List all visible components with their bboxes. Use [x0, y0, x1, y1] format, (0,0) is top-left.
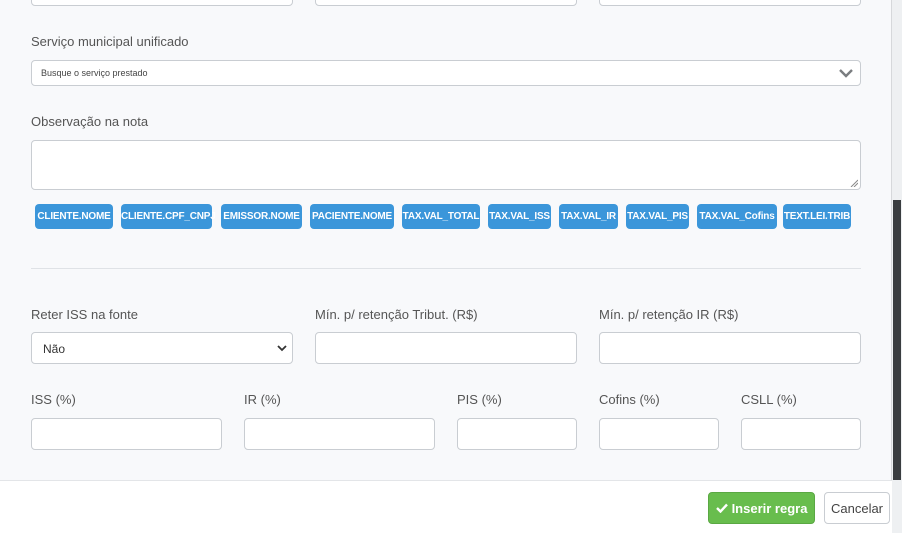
top-input-3[interactable] — [599, 0, 861, 6]
pis-input[interactable] — [457, 418, 577, 450]
min-tribut-label: Mín. p/ retenção Tribut. (R$) — [315, 307, 478, 322]
service-placeholder: Busque o serviço prestado — [41, 68, 148, 78]
cofins-label: Cofins (%) — [599, 392, 660, 407]
top-input-1[interactable] — [31, 0, 293, 6]
section-divider — [31, 268, 861, 269]
tag-tax-val-pis[interactable]: TAX.VAL_PIS — [626, 204, 689, 229]
tag-tax-val-total[interactable]: TAX.VAL_TOTAL — [402, 204, 480, 229]
ir-label: IR (%) — [244, 392, 281, 407]
tag-emissor-nome[interactable]: EMISSOR.NOME — [221, 204, 302, 229]
tag-paciente-nome[interactable]: PACIENTE.NOME — [310, 204, 394, 229]
iss-label: ISS (%) — [31, 392, 76, 407]
check-icon — [715, 503, 728, 513]
cancel-label: Cancelar — [830, 500, 884, 516]
tag-text-lei-trib[interactable]: TEXT.LEI.TRIB — [783, 204, 851, 229]
csll-input[interactable] — [741, 418, 861, 450]
retain-iss-value: Não — [43, 342, 66, 356]
cancel-button[interactable]: Cancelar — [824, 492, 890, 524]
service-label: Serviço municipal unificado — [31, 34, 189, 49]
tag-tax-val-cofins[interactable]: TAX.VAL_Cofins — [697, 204, 777, 229]
observation-label: Observação na nota — [31, 114, 149, 129]
min-ir-input[interactable] — [599, 332, 861, 364]
retain-iss-select[interactable]: Não — [31, 332, 293, 364]
csll-label: CSLL (%) — [741, 392, 797, 407]
tag-cliente-cpf-cnpj[interactable]: CLIENTE.CPF_CNPJ — [121, 204, 216, 229]
tag-cliente-nome[interactable]: CLIENTE.NOME — [35, 204, 113, 229]
retain-iss-label: Reter ISS na fonte — [31, 307, 138, 322]
ir-input[interactable] — [244, 418, 435, 450]
resize-handle-icon[interactable] — [850, 179, 858, 187]
tag-tax-val-iss[interactable]: TAX.VAL_ISS — [488, 204, 551, 229]
min-ir-label: Mín. p/ retenção IR (R$) — [599, 307, 739, 322]
scrollbar-thumb[interactable] — [893, 200, 901, 480]
min-tribut-input[interactable] — [315, 332, 577, 364]
iss-input[interactable] — [31, 418, 222, 450]
insert-rule-button[interactable]: Inserir regra — [708, 492, 815, 524]
tag-tax-val-ir[interactable]: TAX.VAL_IR — [559, 204, 618, 229]
modal-dialog: Serviço municipal unificado Busque o ser… — [0, 0, 892, 533]
cofins-input[interactable] — [599, 418, 719, 450]
top-input-2[interactable] — [315, 0, 577, 6]
chevron-down-icon — [277, 345, 287, 352]
pis-label: PIS (%) — [457, 392, 502, 407]
observation-textarea[interactable] — [31, 140, 861, 190]
insert-rule-label: Inserir regra — [731, 500, 808, 516]
chevron-down-icon — [839, 69, 853, 78]
service-select[interactable]: Busque o serviço prestado — [31, 60, 861, 86]
